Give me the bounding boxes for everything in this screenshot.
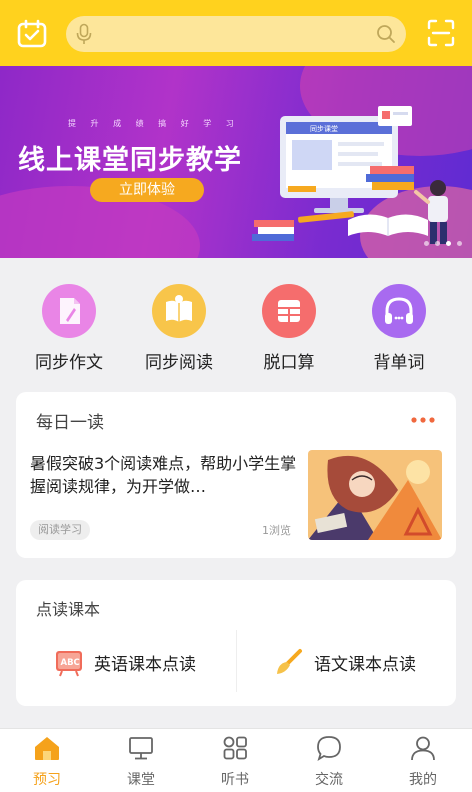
scan-icon[interactable] (426, 18, 456, 48)
feature-label: 脱口算 (263, 353, 315, 373)
bottom-tab-bar: 预习 课堂 听书 交流 我的 (0, 728, 472, 792)
promo-banner[interactable]: 提 升 成 绩 搞 好 学 习 线上课堂同步教学 立即体验 同步课堂 (0, 66, 472, 258)
article-title-link[interactable]: 暑假突破3个阅读难点，帮助小学生掌握阅读规律，为开学做… (30, 452, 300, 498)
search-icon[interactable] (376, 24, 396, 44)
more-options-icon[interactable] (410, 410, 436, 423)
try-now-button[interactable]: 立即体验 (90, 178, 204, 202)
chinese-textbook-label: 语文课本点读 (314, 654, 416, 675)
user-icon (411, 736, 435, 761)
carousel-dot-active[interactable] (446, 241, 451, 246)
headphones-icon (372, 284, 426, 338)
section-title: 每日一读 (36, 413, 104, 433)
section-title: 点读课本 (36, 600, 101, 619)
textbook-reading-card: 点读课本 ABC 英语课本点读 语文课本点读 (16, 580, 456, 706)
screen-label: 同步课堂 (310, 124, 338, 133)
tab-community[interactable]: 交流 (282, 729, 376, 792)
tab-audiobooks[interactable]: 听书 (188, 729, 282, 792)
feature-grid: 同步作文 同步阅读 脱口算 背单词 (0, 278, 472, 378)
feature-label: 同步阅读 (145, 353, 213, 373)
feature-label: 背单词 (373, 353, 425, 373)
microphone-icon[interactable] (76, 23, 92, 45)
online-class-illustration: 同步课堂 (252, 106, 448, 244)
english-textbook-button[interactable]: ABC 英语课本点读 (54, 646, 196, 678)
search-input[interactable] (100, 21, 360, 47)
svg-text:ABC: ABC (61, 658, 80, 668)
english-textbook-label: 英语课本点读 (94, 654, 196, 675)
carousel-dot[interactable] (435, 241, 440, 246)
brush-icon (277, 649, 302, 674)
feature-label: 同步作文 (35, 353, 103, 373)
tab-label: 交流 (315, 772, 343, 788)
abc-board-icon: ABC (56, 651, 82, 677)
tab-classroom[interactable]: 课堂 (94, 729, 188, 792)
tab-profile[interactable]: 我的 (376, 729, 470, 792)
carousel-dot[interactable] (457, 241, 462, 246)
divider (236, 630, 237, 692)
tab-label: 我的 (409, 772, 437, 788)
feature-vocabulary[interactable]: 背单词 (348, 278, 448, 378)
tab-label: 课堂 (127, 772, 155, 788)
tab-preview[interactable]: 预习 (0, 729, 94, 792)
feature-sync-composition[interactable]: 同步作文 (18, 278, 118, 378)
banner-title: 线上课堂同步教学 (18, 145, 242, 176)
calculator-grid-icon (262, 284, 316, 338)
grid-apps-icon (223, 736, 247, 760)
chat-bubble-icon (317, 736, 341, 761)
search-bar[interactable] (66, 16, 406, 52)
banner-subtitle: 提 升 成 绩 搞 好 学 习 (68, 119, 240, 128)
carousel-indicator[interactable] (424, 241, 462, 246)
daily-reading-card: 每日一读 暑假突破3个阅读难点，帮助小学生掌握阅读规律，为开学做… 阅读学习 1… (16, 392, 456, 558)
category-tag[interactable]: 阅读学习 (30, 520, 90, 540)
feature-sync-reading[interactable]: 同步阅读 (128, 278, 228, 378)
feature-mental-math[interactable]: 脱口算 (238, 278, 338, 378)
tab-label: 预习 (33, 772, 61, 788)
home-icon (35, 737, 59, 760)
monitor-icon (129, 737, 153, 760)
pen-document-icon (42, 284, 96, 338)
chinese-textbook-button[interactable]: 语文课本点读 (274, 646, 416, 678)
view-count: 1浏览 (262, 524, 291, 537)
top-header (0, 0, 472, 66)
tab-label: 听书 (221, 772, 249, 788)
carousel-dot[interactable] (424, 241, 429, 246)
calendar-checkin-icon[interactable] (16, 19, 48, 49)
article-thumbnail[interactable] (308, 450, 442, 540)
open-book-icon (152, 284, 206, 338)
